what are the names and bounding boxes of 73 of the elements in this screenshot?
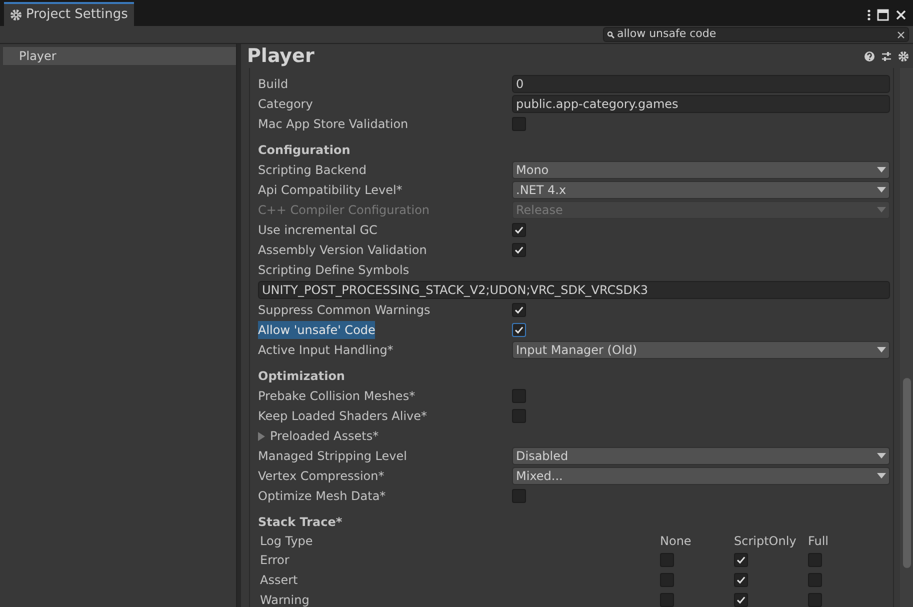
checkbox[interactable] bbox=[660, 593, 674, 607]
checkbox[interactable] bbox=[512, 117, 526, 131]
field-label: Prebake Collision Meshes* bbox=[258, 388, 416, 405]
panel-title: Player bbox=[247, 44, 314, 69]
checkbox[interactable] bbox=[660, 573, 674, 587]
field-label: Use incremental GC bbox=[258, 222, 378, 239]
field-label: Build bbox=[258, 76, 288, 93]
log-type-label: Warning bbox=[260, 593, 310, 607]
checkbox[interactable] bbox=[512, 223, 526, 237]
field-label: Suppress Common Warnings bbox=[258, 302, 430, 319]
field-label: Optimize Mesh Data* bbox=[258, 488, 386, 505]
text-field[interactable]: public.app-category.games bbox=[512, 95, 890, 113]
dropdown[interactable]: .NET 4.x bbox=[512, 181, 890, 199]
caret-icon bbox=[877, 473, 886, 479]
checkbox[interactable] bbox=[734, 553, 748, 567]
checkbox[interactable] bbox=[808, 593, 822, 607]
clear-icon[interactable] bbox=[897, 30, 905, 38]
caret-icon bbox=[877, 187, 886, 193]
checkbox[interactable] bbox=[734, 573, 748, 587]
column-header: ScriptOnly bbox=[734, 534, 796, 548]
checkbox[interactable] bbox=[512, 409, 526, 423]
checkbox[interactable] bbox=[808, 553, 822, 567]
field-label: Api Compatibility Level* bbox=[258, 182, 402, 199]
more-icon[interactable] bbox=[867, 9, 871, 21]
settings-icon[interactable] bbox=[898, 50, 909, 62]
text-field[interactable]: UNITY_POST_PROCESSING_STACK_V2;UDON;VRC_SDK_VRCSDK3 bbox=[258, 281, 890, 299]
caret-icon bbox=[877, 347, 886, 353]
text-field[interactable]: 0 bbox=[512, 75, 890, 93]
section-heading: Configuration bbox=[258, 142, 352, 159]
checkbox[interactable] bbox=[734, 593, 748, 607]
section-heading: Stack Trace* bbox=[258, 514, 344, 531]
sliders-icon[interactable] bbox=[881, 50, 892, 62]
checkbox[interactable] bbox=[512, 243, 526, 257]
field-label: Category bbox=[258, 96, 313, 113]
section-heading: Optimization bbox=[258, 368, 346, 385]
gear-icon bbox=[10, 9, 22, 21]
log-type-label: Assert bbox=[260, 573, 298, 587]
checkbox[interactable] bbox=[512, 303, 526, 317]
column-header: None bbox=[660, 534, 692, 548]
sidebar-item[interactable]: Player bbox=[3, 47, 236, 65]
dropdown[interactable]: Input Manager (Old) bbox=[512, 341, 890, 359]
field-label: Managed Stripping Level bbox=[258, 448, 407, 465]
dropdown[interactable]: Disabled bbox=[512, 447, 890, 465]
field-label: C++ Compiler Configuration bbox=[258, 202, 430, 219]
help-icon[interactable] bbox=[864, 50, 875, 62]
close-icon[interactable] bbox=[895, 9, 907, 21]
window-tab[interactable]: Project Settings bbox=[4, 2, 134, 26]
maximize-icon[interactable] bbox=[877, 9, 889, 21]
checkbox[interactable] bbox=[512, 389, 526, 403]
caret-icon bbox=[877, 207, 886, 213]
search-icon bbox=[607, 30, 615, 38]
checkbox[interactable] bbox=[808, 573, 822, 587]
field-label: Scripting Backend bbox=[258, 162, 366, 179]
checkbox[interactable] bbox=[512, 323, 526, 337]
caret-icon bbox=[877, 453, 886, 459]
field-label: Scripting Define Symbols bbox=[258, 262, 410, 279]
column-header: Log Type bbox=[260, 534, 313, 548]
scroll-thumb[interactable] bbox=[902, 378, 910, 568]
field-label: Keep Loaded Shaders Alive* bbox=[258, 408, 428, 425]
dropdown[interactable]: Mixed... bbox=[512, 467, 890, 485]
field-label: Allow 'unsafe' Code bbox=[258, 321, 376, 339]
caret-icon bbox=[877, 167, 886, 173]
checkbox[interactable] bbox=[660, 553, 674, 567]
checkbox[interactable] bbox=[512, 489, 526, 503]
field-label: Assembly Version Validation bbox=[258, 242, 427, 259]
dropdown[interactable]: Mono bbox=[512, 161, 890, 179]
field-label: Mac App Store Validation bbox=[258, 116, 408, 133]
field-label: Active Input Handling* bbox=[258, 342, 394, 359]
log-type-label: Error bbox=[260, 553, 290, 567]
column-header: Full bbox=[808, 534, 829, 548]
field-label: Vertex Compression* bbox=[258, 468, 384, 485]
search-field[interactable]: allow unsafe code bbox=[603, 27, 909, 42]
foldout[interactable]: Preloaded Assets* bbox=[258, 426, 890, 446]
